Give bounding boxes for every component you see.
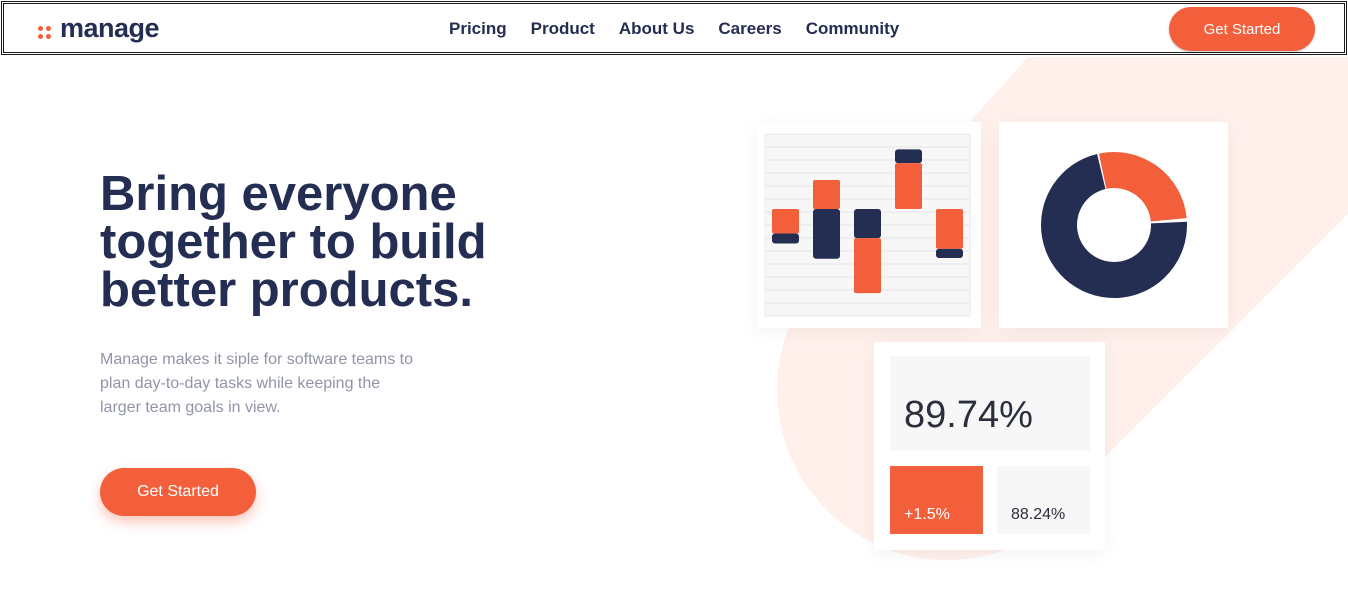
hero-description: Manage makes it siple for software teams…	[100, 351, 414, 416]
nav-link-product[interactable]: Product	[531, 19, 595, 39]
bar-orange-segment	[936, 209, 963, 249]
hero-get-started-button[interactable]: Get Started	[100, 468, 256, 516]
nav-link-about-us[interactable]: About Us	[619, 19, 695, 39]
bar-navy-segment	[813, 209, 840, 259]
bar-chart-card	[757, 122, 981, 328]
bar-navy-segment	[936, 248, 963, 258]
stat-neutral-value: 88.24%	[1011, 506, 1066, 523]
nav-link-community[interactable]: Community	[806, 19, 900, 39]
nav-link-pricing[interactable]: Pricing	[449, 19, 507, 39]
bar-navy-segment	[895, 149, 922, 164]
hero-title: Bring everyone together to build better …	[100, 167, 620, 317]
bar-orange-segment	[895, 163, 922, 210]
logo[interactable]: manage	[36, 13, 160, 44]
bar-navy-segment	[772, 233, 799, 244]
stat-neutral-panel: 88.24%	[997, 466, 1090, 534]
donut-chart-card	[999, 122, 1228, 328]
hero-title-line-2: together to build	[100, 215, 487, 269]
logo-dots-icon	[36, 20, 54, 39]
site-header: manage Pricing Product About Us Careers …	[1, 1, 1347, 55]
stat-positive-value: +1.5%	[904, 506, 950, 523]
stat-main-value: 89.74%	[904, 394, 1033, 436]
bar-orange-segment	[813, 179, 840, 210]
hero-title-line-1: Bring everyone	[100, 167, 457, 221]
donut-orange-slice	[1098, 152, 1187, 222]
header-get-started-button[interactable]: Get Started	[1169, 7, 1315, 51]
bar-orange-segment	[772, 209, 799, 234]
main-nav: Pricing Product About Us Careers Communi…	[449, 19, 899, 39]
bar-navy-segment	[854, 209, 881, 239]
stat-positive-panel: +1.5%	[890, 466, 983, 534]
bar-orange-segment	[854, 238, 881, 294]
donut-chart	[1041, 152, 1187, 298]
hero-title-line-3: better products.	[100, 263, 473, 317]
stats-card: 89.74% +1.5% 88.24%	[874, 342, 1105, 550]
logo-text: manage	[60, 13, 160, 43]
bar-chart	[764, 133, 971, 317]
nav-link-careers[interactable]: Careers	[718, 19, 781, 39]
stat-main-panel: 89.74%	[890, 356, 1090, 451]
